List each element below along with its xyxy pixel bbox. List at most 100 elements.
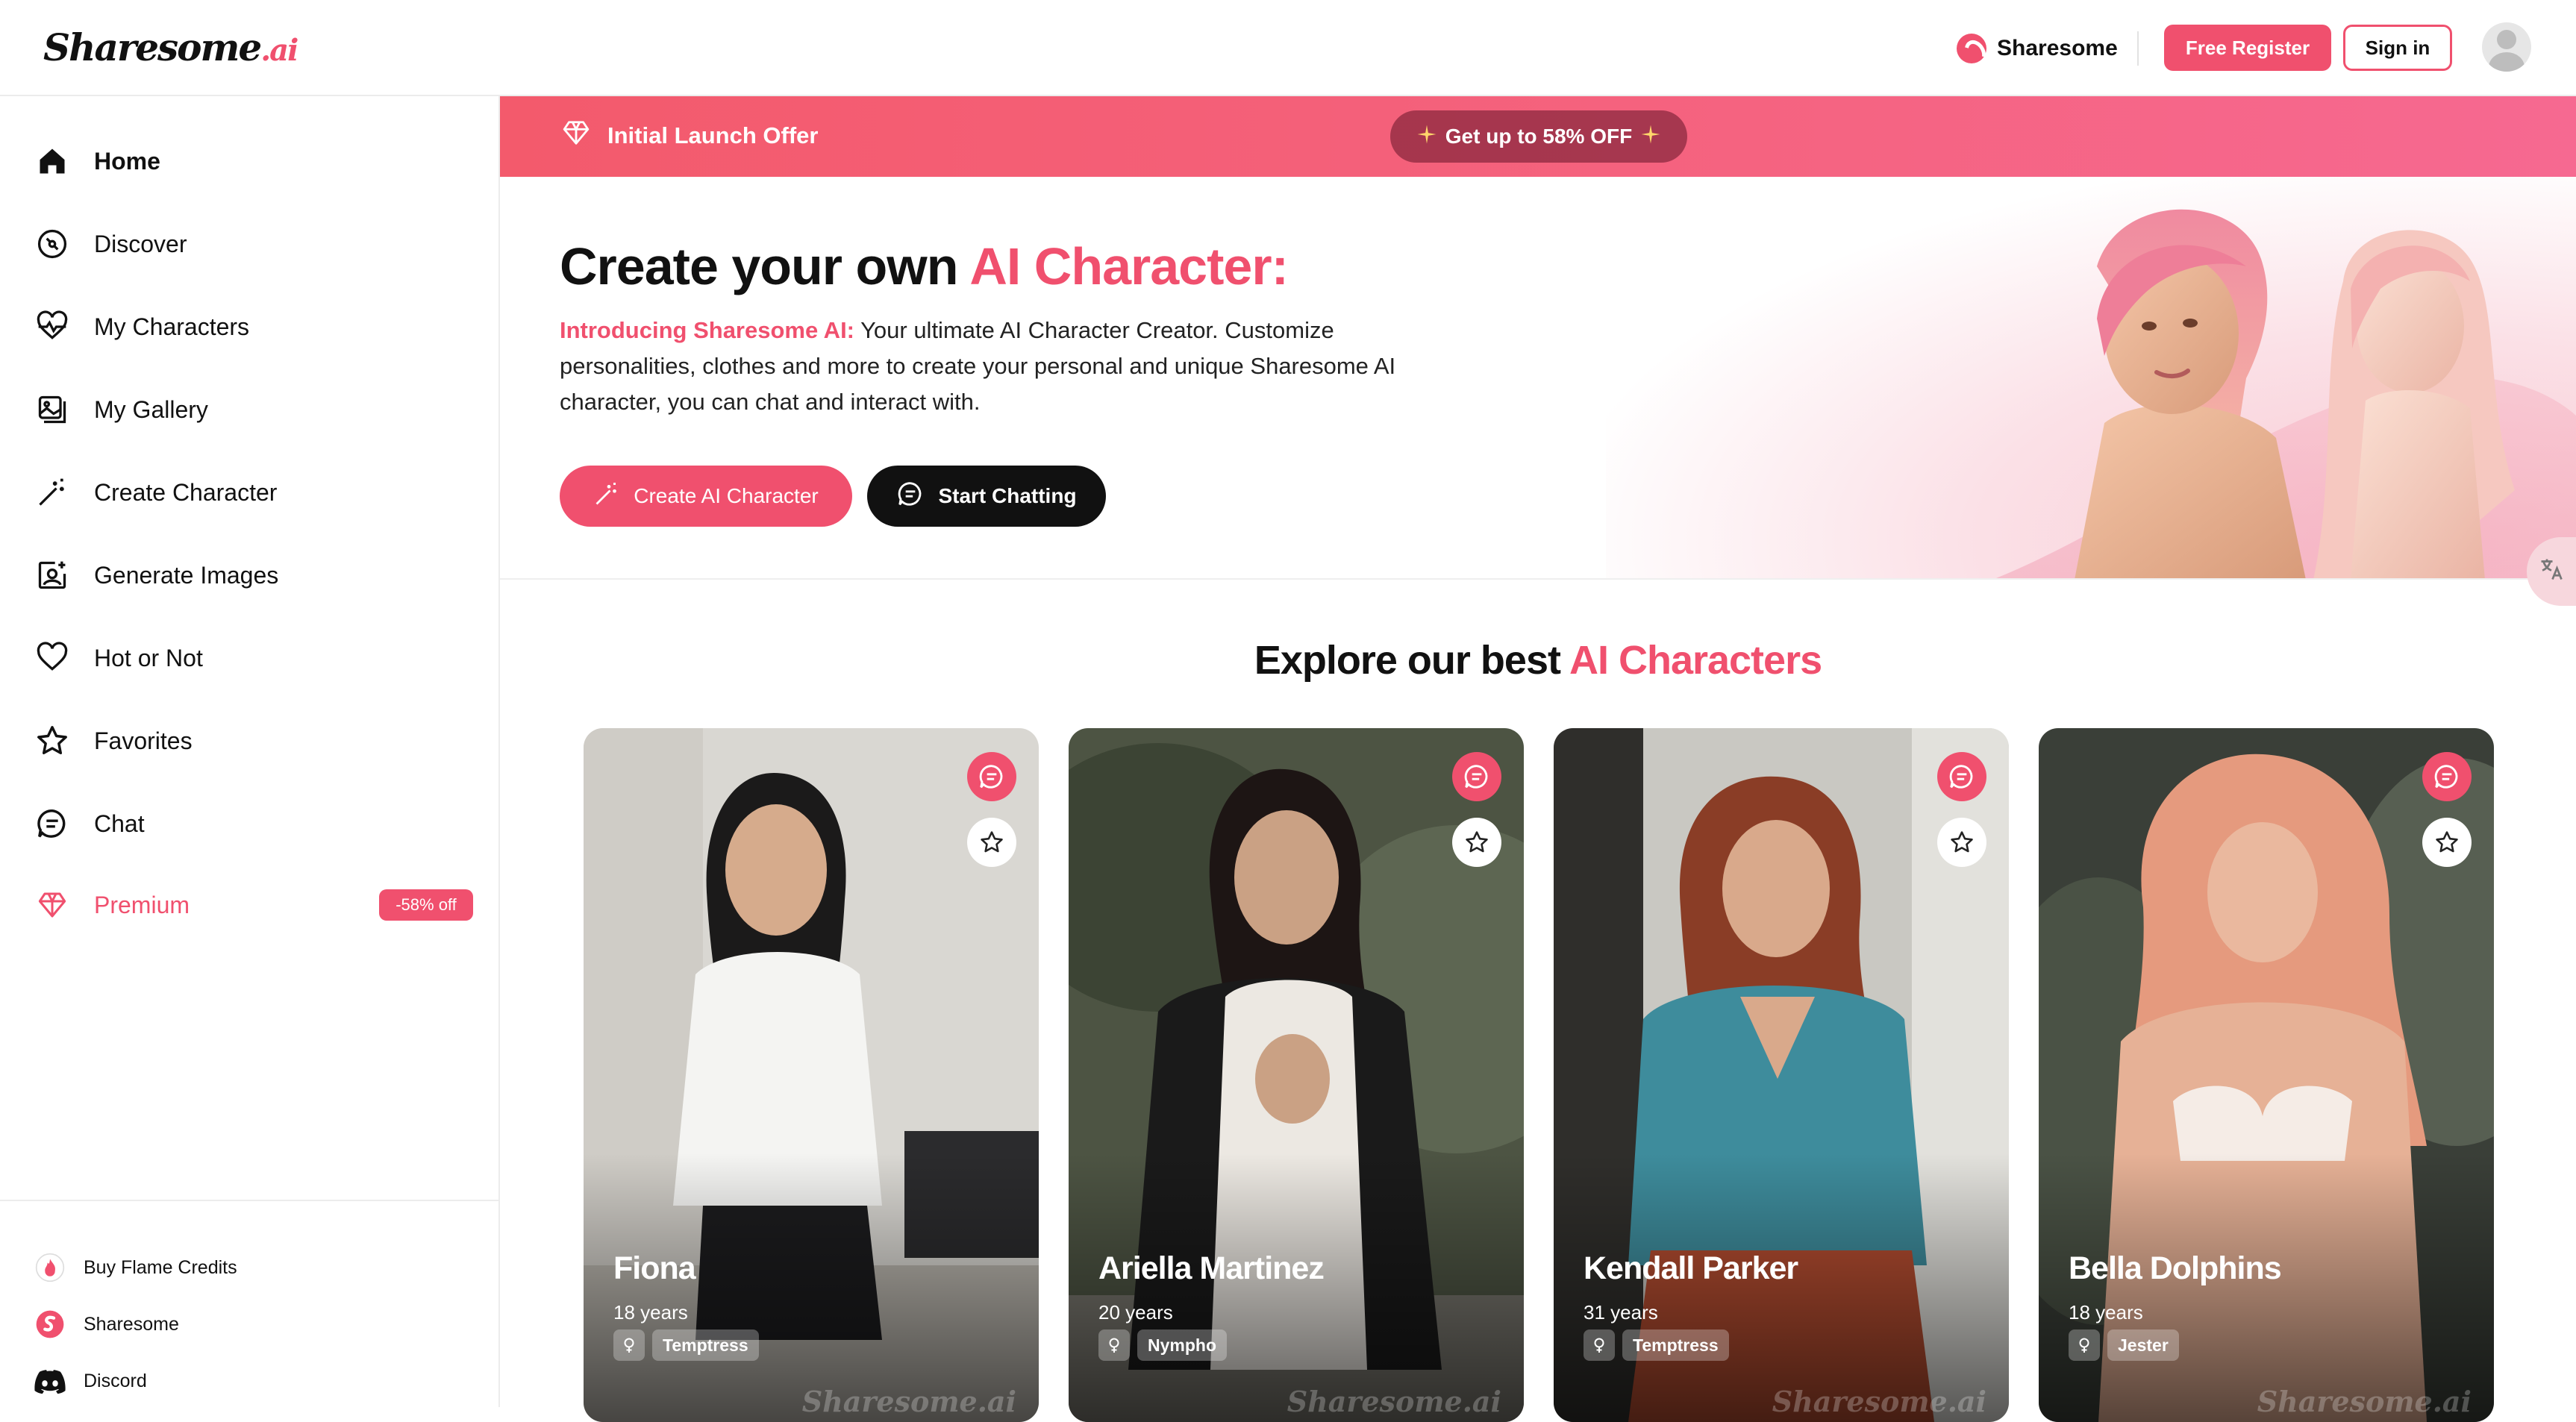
card-favorite-button[interactable] (1452, 818, 1501, 867)
character-age: 18 years (2069, 1301, 2143, 1324)
sidebar-footer-sharesome[interactable]: Sharesome (34, 1306, 179, 1343)
image-sparkle-icon (34, 557, 70, 593)
character-card-bella-dolphins[interactable]: Bella Dolphins 18 years Jester Sharesome… (2039, 728, 2494, 1422)
sidebar: Home Discover My Characters My Gallery C… (0, 96, 500, 1407)
card-favorite-button[interactable] (1937, 818, 1986, 867)
diamond-icon (34, 887, 70, 923)
gallery-icon (34, 392, 70, 427)
character-name: Bella Dolphins (2069, 1250, 2282, 1286)
magic-wand-icon (34, 474, 70, 510)
watermark: Sharesome.ai (1287, 1385, 1501, 1418)
card-chat-button[interactable] (967, 752, 1016, 801)
discount-pill-label: Get up to 58% OFF (1445, 125, 1633, 148)
hero-characters-image (1995, 209, 2576, 578)
card-chat-button[interactable] (2422, 752, 2472, 801)
sparkle-icon (1416, 123, 1438, 151)
card-gradient (584, 1153, 1039, 1422)
sidebar-item-label: Create Character (94, 478, 278, 506)
sidebar-footer-buy-flame-credits[interactable]: Buy Flame Credits (34, 1249, 237, 1286)
explore-title: Explore our best AI Characters (1254, 638, 1822, 683)
character-tags: Nympho (1098, 1329, 1227, 1361)
personality-tag: Temptress (652, 1329, 759, 1361)
sidebar-item-hot-or-not[interactable]: Hot or Not (34, 636, 203, 680)
flame-icon (34, 1252, 66, 1283)
chat-icon (1949, 765, 1973, 789)
sparkle-icon (1639, 123, 1662, 151)
heartbeat-icon (34, 309, 70, 345)
female-icon (1584, 1329, 1615, 1361)
character-tags: Temptress (613, 1329, 759, 1361)
discount-pill-button[interactable]: Get up to 58% OFF (1390, 110, 1687, 163)
sidebar-item-label: Discover (94, 230, 187, 257)
card-chat-button[interactable] (1937, 752, 1986, 801)
sidebar-item-favorites[interactable]: Favorites (34, 718, 193, 763)
card-gradient (1554, 1153, 2009, 1422)
character-card-ariella-martinez[interactable]: Ariella Martinez 20 years Nympho Shareso… (1069, 728, 1524, 1422)
chat-icon (979, 765, 1003, 789)
card-gradient (1069, 1153, 1524, 1422)
star-icon (2436, 831, 2458, 853)
sidebar-footer-discord[interactable]: Discord (34, 1362, 147, 1400)
sharesome-link-label: Sharesome (1997, 36, 2118, 60)
free-register-button[interactable]: Free Register (2164, 25, 2331, 71)
footer-item-label: Buy Flame Credits (84, 1256, 237, 1278)
user-avatar[interactable] (2482, 22, 2531, 72)
sharesome-icon (34, 1309, 66, 1340)
sidebar-item-create-character[interactable]: Create Character (34, 470, 277, 515)
footer-item-label: Sharesome (84, 1313, 179, 1335)
watermark: Sharesome.ai (1772, 1385, 1986, 1418)
character-name: Fiona (613, 1250, 696, 1286)
sidebar-item-label: My Gallery (94, 395, 208, 423)
hero-section: Create your own AI Character: Introducin… (500, 177, 2576, 580)
translate-icon (2538, 556, 2565, 588)
sidebar-item-label: Chat (94, 809, 145, 837)
launch-offer-label: Initial Launch Offer (607, 122, 819, 148)
card-favorite-button[interactable] (2422, 818, 2472, 867)
personality-tag: Temptress (1622, 1329, 1729, 1361)
sidebar-item-label: My Characters (94, 313, 250, 340)
card-chat-button[interactable] (1452, 752, 1501, 801)
character-card-fiona[interactable]: Fiona 18 years Temptress Sharesome.ai (584, 728, 1039, 1422)
sidebar-item-label: Premium (94, 891, 190, 918)
sharesome-icon (1957, 34, 1986, 63)
footer-item-label: Discord (84, 1370, 147, 1391)
character-tags: Temptress (1584, 1329, 1729, 1361)
character-card-kendall-parker[interactable]: Kendall Parker 31 years Temptress Shares… (1554, 728, 2009, 1422)
chat-icon (896, 480, 925, 513)
sidebar-item-chat[interactable]: Chat (34, 801, 145, 846)
start-chatting-button[interactable]: Start Chatting (867, 466, 1106, 527)
launch-offer: Initial Launch Offer (561, 119, 818, 153)
launch-offer-banner: Initial Launch Offer Get up to 58% OFF (500, 96, 2576, 177)
sign-in-button[interactable]: Sign in (2343, 25, 2452, 71)
sharesome-link[interactable]: Sharesome (1957, 30, 2118, 67)
hero-description: Introducing Sharesome AI: Your ultimate … (560, 317, 1396, 415)
card-favorite-button[interactable] (967, 818, 1016, 867)
sidebar-item-label: Hot or Not (94, 644, 203, 671)
create-ai-character-button[interactable]: Create AI Character (560, 466, 852, 527)
heart-icon (34, 640, 70, 676)
logo[interactable]: Sharesome.ai (43, 25, 298, 69)
character-tags: Jester (2069, 1329, 2179, 1361)
sidebar-item-my-characters[interactable]: My Characters (34, 304, 249, 349)
start-chatting-label: Start Chatting (938, 484, 1077, 507)
chat-icon (2434, 765, 2458, 789)
discord-icon (34, 1365, 66, 1397)
star-icon (1466, 831, 1488, 853)
diamond-icon (561, 119, 591, 153)
personality-tag: Nympho (1137, 1329, 1227, 1361)
sidebar-item-discover[interactable]: Discover (34, 222, 187, 266)
sidebar-item-label: Favorites (94, 727, 193, 754)
sidebar-item-label: Home (94, 147, 160, 175)
character-age: 18 years (613, 1301, 688, 1324)
sidebar-item-my-gallery[interactable]: My Gallery (34, 387, 208, 432)
watermark: Sharesome.ai (2257, 1385, 2472, 1418)
chat-icon (1464, 765, 1488, 789)
sidebar-item-generate-images[interactable]: Generate Images (34, 553, 278, 598)
premium-discount-badge: -58% off (379, 889, 473, 921)
sidebar-item-premium[interactable]: Premium (34, 883, 190, 927)
female-icon (2069, 1329, 2100, 1361)
watermark: Sharesome.ai (801, 1385, 1016, 1418)
sidebar-item-home[interactable]: Home (34, 139, 160, 184)
header-divider (2137, 31, 2139, 66)
personality-tag: Jester (2107, 1329, 2179, 1361)
